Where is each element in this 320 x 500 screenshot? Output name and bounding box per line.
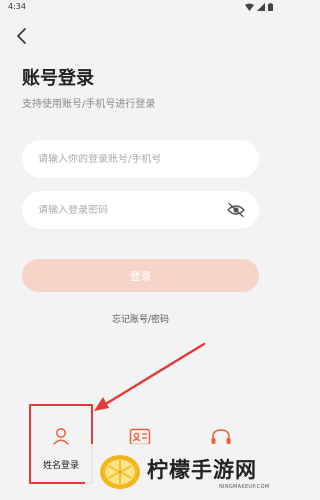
lemon-logo-icon [100,455,140,489]
watermark: 柠檬手游网 NINGMAKEUP.COM [85,444,281,500]
name-login-label: 姓名登录 [42,461,79,471]
person-icon [53,428,69,445]
watermark-brand: 柠檬手游网 [147,458,257,482]
watermark-url: NINGMAKEUP.COM [219,484,270,490]
name-login-option[interactable]: 姓名登录 [29,404,93,484]
